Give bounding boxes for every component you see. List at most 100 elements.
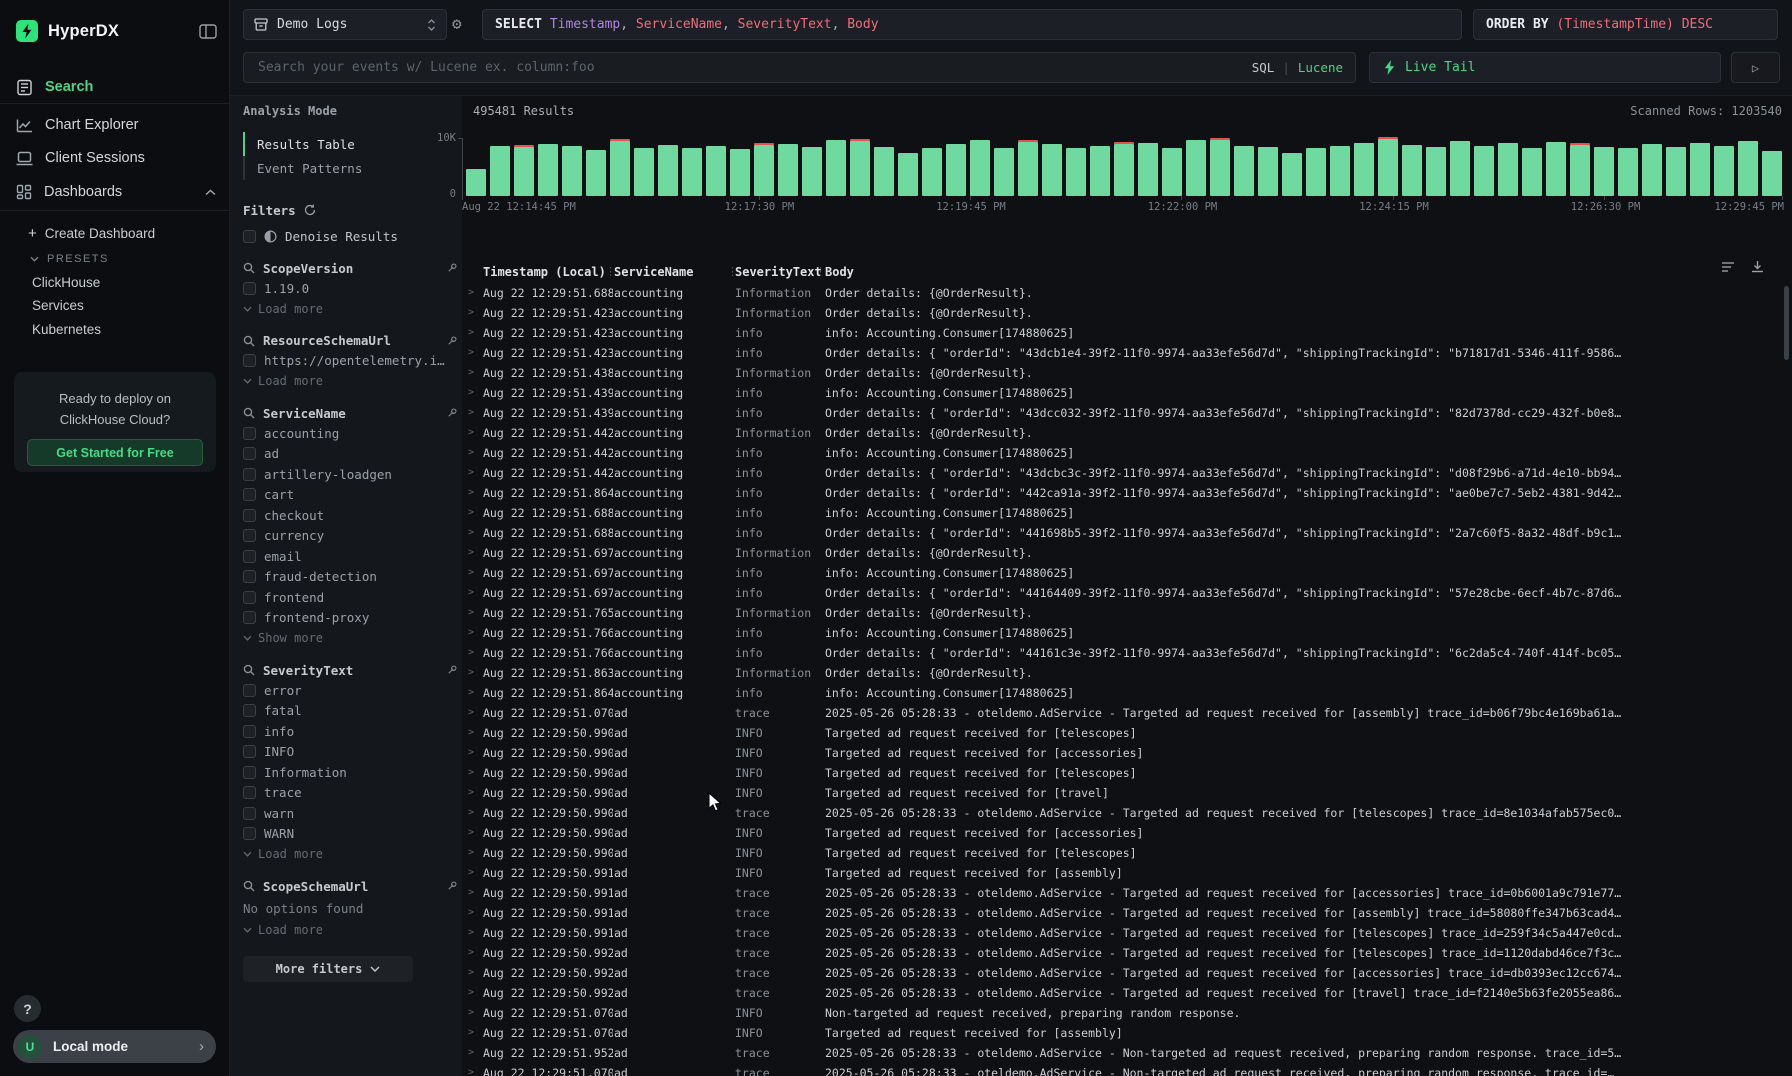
- live-tail-button[interactable]: Live Tail: [1369, 52, 1721, 83]
- histogram-bar[interactable]: [754, 143, 774, 196]
- sidebar-item-client-sessions[interactable]: Client Sessions: [0, 144, 230, 172]
- table-row[interactable]: >Aug 22 12:29:50.990 PMadINFOTargeted ad…: [462, 843, 1792, 863]
- pin-icon[interactable]: [446, 335, 458, 347]
- histogram-bar[interactable]: [658, 145, 678, 196]
- filter-option[interactable]: email: [243, 546, 458, 567]
- presets-toggle[interactable]: PRESETS: [0, 249, 230, 269]
- filter-checkbox[interactable]: [243, 529, 256, 542]
- source-select[interactable]: Demo Logs: [243, 9, 447, 40]
- histogram-bar[interactable]: [1690, 143, 1710, 196]
- column-header-servicename[interactable]: ServiceName: [614, 262, 693, 282]
- histogram-bar[interactable]: [922, 148, 942, 196]
- table-row[interactable]: >Aug 22 12:29:50.991 PMadtrace2025-05-26…: [462, 903, 1792, 923]
- filter-checkbox[interactable]: [243, 786, 256, 799]
- table-row[interactable]: >Aug 22 12:29:50.990 PMadINFOTargeted ad…: [462, 743, 1792, 763]
- preset-clickhouse[interactable]: ClickHouse: [0, 271, 230, 293]
- filter-option[interactable]: frontend-proxy: [243, 608, 458, 629]
- histogram-bar[interactable]: [1738, 141, 1758, 196]
- histogram-bar[interactable]: [1666, 147, 1686, 196]
- histogram-bar[interactable]: [1714, 146, 1734, 196]
- histogram-bar[interactable]: [1426, 147, 1446, 196]
- table-row[interactable]: >Aug 22 12:29:50.992 PMadtrace2025-05-26…: [462, 963, 1792, 983]
- table-options-icon[interactable]: [1721, 260, 1735, 273]
- table-row[interactable]: >Aug 22 12:29:51.697 PMaccountinginfoinf…: [462, 563, 1792, 583]
- histogram-bar[interactable]: [1066, 148, 1086, 196]
- filter-checkbox[interactable]: [243, 509, 256, 522]
- lucene-toggle[interactable]: Lucene: [1298, 60, 1343, 75]
- filter-checkbox[interactable]: [243, 468, 256, 481]
- get-started-button[interactable]: Get Started for Free: [27, 439, 203, 466]
- histogram-bar[interactable]: [874, 147, 894, 196]
- table-row[interactable]: >Aug 22 12:29:51.438 PMaccountingInforma…: [462, 363, 1792, 383]
- histogram-bar[interactable]: [778, 144, 798, 196]
- filter-checkbox[interactable]: [243, 611, 256, 624]
- histogram-bar[interactable]: [610, 139, 630, 196]
- histogram-bar[interactable]: [1186, 140, 1206, 196]
- table-row[interactable]: >Aug 22 12:29:51.442 PMaccountinginfoinf…: [462, 443, 1792, 463]
- filter-checkbox[interactable]: [243, 488, 256, 501]
- histogram-bar[interactable]: [1282, 153, 1302, 197]
- filter-option[interactable]: INFO: [243, 742, 458, 763]
- histogram-bar[interactable]: [1354, 143, 1374, 196]
- histogram-bar[interactable]: [1642, 144, 1662, 196]
- filter-option[interactable]: artillery-loadgen: [243, 464, 458, 485]
- histogram-bar[interactable]: [634, 148, 654, 196]
- help-button[interactable]: ?: [14, 995, 41, 1022]
- select-columns-input[interactable]: SELECT Timestamp, ServiceName, SeverityT…: [482, 9, 1462, 40]
- histogram-bar[interactable]: [1522, 148, 1542, 196]
- histogram-bar[interactable]: [682, 148, 702, 196]
- histogram-bar[interactable]: [1138, 143, 1158, 196]
- filter-checkbox[interactable]: [243, 282, 256, 295]
- histogram-bar[interactable]: [538, 144, 558, 196]
- table-row[interactable]: >Aug 22 12:29:51.070 PMadINFOTargeted ad…: [462, 1023, 1792, 1043]
- histogram-bar[interactable]: [1474, 146, 1494, 196]
- filter-checkbox[interactable]: [243, 570, 256, 583]
- table-row[interactable]: >Aug 22 12:29:51.697 PMaccountinginfoOrd…: [462, 583, 1792, 603]
- histogram-bar[interactable]: [1594, 147, 1614, 196]
- run-query-button[interactable]: ▷: [1731, 52, 1780, 83]
- filter-checkbox[interactable]: [243, 766, 256, 779]
- download-icon[interactable]: [1751, 260, 1764, 273]
- more-filters-button[interactable]: More filters: [243, 956, 413, 982]
- filter-option[interactable]: 1.19.0: [243, 278, 458, 299]
- table-row[interactable]: >Aug 22 12:29:51.070 PMadtrace2025-05-26…: [462, 1063, 1792, 1076]
- histogram-bar[interactable]: [1258, 147, 1278, 196]
- table-row[interactable]: >Aug 22 12:29:51.442 PMaccountinginfoOrd…: [462, 463, 1792, 483]
- mode-results-table[interactable]: Results Table: [243, 132, 362, 156]
- histogram-bar[interactable]: [1234, 146, 1254, 196]
- language-toggle[interactable]: SQL | Lucene: [1252, 60, 1343, 75]
- histogram-bar[interactable]: [1330, 146, 1350, 196]
- preset-kubernetes[interactable]: Kubernetes: [0, 318, 230, 340]
- table-row[interactable]: >Aug 22 12:29:50.990 PMadINFOTargeted ad…: [462, 763, 1792, 783]
- table-row[interactable]: >Aug 22 12:29:50.990 PMadINFOTargeted ad…: [462, 783, 1792, 803]
- filter-option[interactable]: info: [243, 721, 458, 742]
- filter-option[interactable]: fatal: [243, 701, 458, 722]
- refresh-icon[interactable]: [304, 204, 316, 216]
- histogram-bar[interactable]: [802, 147, 822, 196]
- table-row[interactable]: >Aug 22 12:29:51.688 PMaccountinginfoOrd…: [462, 523, 1792, 543]
- table-row[interactable]: >Aug 22 12:29:51.439 PMaccountinginfoOrd…: [462, 403, 1792, 423]
- filter-checkbox[interactable]: [243, 591, 256, 604]
- mode-event-patterns[interactable]: Event Patterns: [245, 156, 362, 180]
- table-row[interactable]: >Aug 22 12:29:51.423 PMaccountingInforma…: [462, 303, 1792, 323]
- table-scrollbar[interactable]: [1784, 286, 1789, 360]
- filter-checkbox[interactable]: [243, 827, 256, 840]
- histogram-bar[interactable]: [970, 140, 990, 196]
- filter-checkbox[interactable]: [243, 704, 256, 717]
- create-dashboard-button[interactable]: + Create Dashboard: [0, 222, 230, 244]
- histogram-bar[interactable]: [1042, 144, 1062, 196]
- filter-option[interactable]: https://opentelemetry.i…: [243, 351, 458, 372]
- pin-icon[interactable]: [446, 262, 458, 274]
- histogram-bar[interactable]: [1162, 148, 1182, 196]
- sql-toggle[interactable]: SQL: [1252, 60, 1275, 75]
- filter-option[interactable]: currency: [243, 526, 458, 547]
- table-row[interactable]: >Aug 22 12:29:51.952 PMadtrace2025-05-26…: [462, 1043, 1792, 1063]
- histogram-bar[interactable]: [1210, 138, 1230, 196]
- histogram-bar[interactable]: [562, 146, 582, 196]
- histogram-bar[interactable]: [514, 145, 534, 196]
- histogram-bar[interactable]: [994, 148, 1014, 196]
- column-header-body[interactable]: Body: [825, 262, 854, 282]
- column-header-timestamp[interactable]: Timestamp (Local): [483, 262, 606, 282]
- table-row[interactable]: >Aug 22 12:29:51.864 PMaccountinginfoOrd…: [462, 483, 1792, 503]
- table-row[interactable]: >Aug 22 12:29:51.766 PMaccountinginfoOrd…: [462, 643, 1792, 663]
